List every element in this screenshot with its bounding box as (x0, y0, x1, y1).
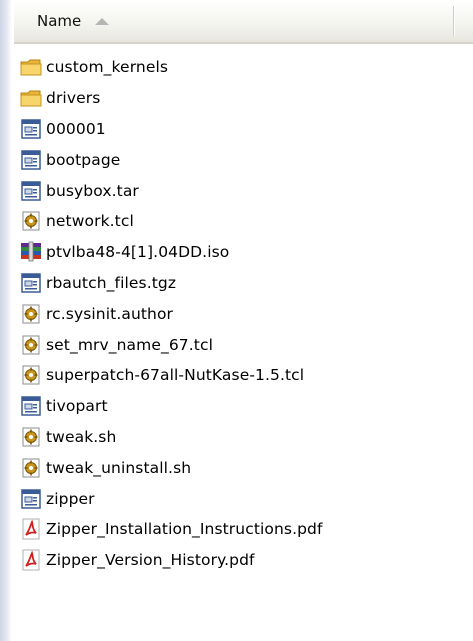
file-name-label: tivopart (46, 397, 108, 416)
generic-file-icon (20, 395, 42, 417)
generic-file-icon (20, 118, 42, 140)
file-row[interactable]: network.tcl (20, 206, 460, 237)
sort-ascending-icon (95, 17, 110, 25)
script-file-icon (20, 210, 42, 232)
file-name-label: 000001 (46, 119, 106, 138)
generic-file-icon (20, 180, 42, 202)
file-name-label: drivers (46, 89, 101, 108)
folder-icon (20, 56, 42, 78)
file-name-label: Zipper_Version_History.pdf (46, 551, 255, 570)
file-row[interactable]: ptvlba48-4[1].04DD.iso (20, 237, 460, 268)
file-name-label: ptvlba48-4[1].04DD.iso (46, 243, 230, 262)
name-column-label: Name (37, 12, 82, 30)
file-explorer-window: Name custom_kernelsdrivers 000001 bootpage… (0, 0, 473, 641)
file-row[interactable]: zipper (20, 483, 460, 514)
generic-file-icon (20, 272, 42, 294)
folder-icon (20, 87, 42, 109)
file-list: custom_kernelsdrivers 000001 bootpage busyb… (20, 52, 460, 576)
file-name-label: custom_kernels (46, 58, 169, 77)
pdf-file-icon (20, 518, 42, 540)
file-row[interactable]: drivers (20, 83, 460, 114)
archive-file-icon (20, 241, 42, 263)
file-row[interactable]: busybox.tar (20, 175, 460, 206)
file-row[interactable]: rbautch_files.tgz (20, 268, 460, 299)
file-name-label: rbautch_files.tgz (46, 273, 177, 292)
file-name-label: set_mrv_name_67.tcl (46, 335, 213, 354)
file-row[interactable]: tivopart (20, 391, 460, 422)
file-name-label: bootpage (46, 150, 121, 169)
file-name-label: busybox.tar (46, 181, 139, 200)
file-row[interactable]: 000001 (20, 114, 460, 145)
script-file-icon (20, 426, 42, 448)
file-name-label: zipper (46, 489, 95, 508)
generic-file-icon (20, 488, 42, 510)
pdf-file-icon (20, 549, 42, 571)
script-file-icon (20, 457, 42, 479)
script-file-icon (20, 364, 42, 386)
file-row[interactable]: rc.sysinit.author (20, 298, 460, 329)
file-name-label: tweak_uninstall.sh (46, 458, 192, 477)
file-row[interactable]: Zipper_Version_History.pdf (20, 545, 460, 576)
file-row[interactable]: set_mrv_name_67.tcl (20, 329, 460, 360)
file-row[interactable]: tweak_uninstall.sh (20, 452, 460, 483)
file-name-label: tweak.sh (46, 427, 117, 446)
file-row[interactable]: superpatch-67all-NutKase-1.5.tcl (20, 360, 460, 391)
name-column-header[interactable]: Name (14, 0, 450, 42)
file-name-label: rc.sysinit.author (46, 304, 174, 323)
file-name-label: superpatch-67all-NutKase-1.5.tcl (46, 366, 305, 385)
window-left-edge (0, 0, 12, 641)
file-name-label: network.tcl (46, 212, 134, 231)
file-row[interactable]: bootpage (20, 144, 460, 175)
file-row[interactable]: custom_kernels (20, 52, 460, 83)
script-file-icon (20, 334, 42, 356)
column-header-bar: Name (14, 0, 473, 44)
file-row[interactable]: tweak.sh (20, 422, 460, 453)
generic-file-icon (20, 149, 42, 171)
script-file-icon (20, 303, 42, 325)
file-row[interactable]: Zipper_Installation_Instructions.pdf (20, 514, 460, 545)
file-name-label: Zipper_Installation_Instructions.pdf (46, 520, 323, 539)
column-divider[interactable] (453, 6, 454, 36)
